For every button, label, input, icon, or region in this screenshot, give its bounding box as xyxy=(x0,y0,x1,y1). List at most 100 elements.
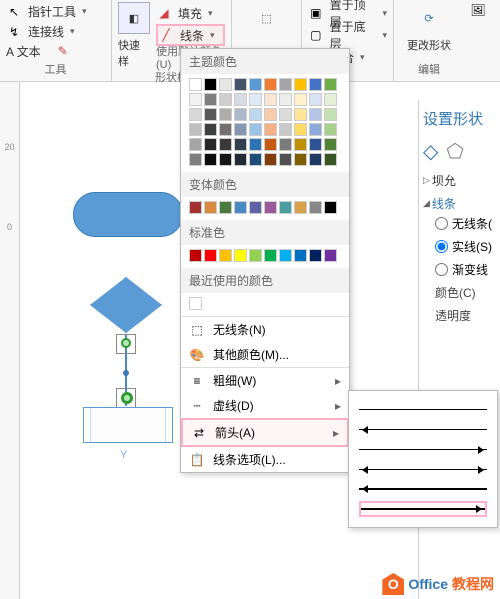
color-swatch[interactable] xyxy=(219,93,232,106)
radio-no-line[interactable]: 无线条( xyxy=(423,212,496,235)
color-swatch[interactable] xyxy=(204,78,217,91)
color-swatch[interactable] xyxy=(264,108,277,121)
color-swatch[interactable] xyxy=(309,93,322,106)
color-swatch[interactable] xyxy=(234,93,247,106)
color-swatch[interactable] xyxy=(294,249,307,262)
color-swatch[interactable] xyxy=(324,201,337,214)
color-swatch[interactable] xyxy=(189,78,202,91)
line-button[interactable]: 线条 xyxy=(180,27,204,44)
color-swatch[interactable] xyxy=(234,108,247,121)
color-swatch[interactable] xyxy=(219,138,232,151)
color-swatch[interactable] xyxy=(219,78,232,91)
color-swatch[interactable] xyxy=(219,201,232,214)
color-swatch[interactable] xyxy=(324,108,337,121)
shape-process[interactable] xyxy=(83,407,173,443)
color-swatch[interactable] xyxy=(279,78,292,91)
color-swatch[interactable] xyxy=(309,123,322,136)
midpoint-handle[interactable] xyxy=(123,370,129,376)
fill-line-tab-icon[interactable]: ◇ xyxy=(423,139,438,164)
color-swatch[interactable] xyxy=(219,249,232,262)
color-swatch[interactable] xyxy=(189,138,202,151)
color-swatch[interactable] xyxy=(309,201,322,214)
color-swatch[interactable] xyxy=(219,108,232,121)
color-swatch[interactable] xyxy=(249,93,262,106)
align-large[interactable]: ⬚ xyxy=(238,2,295,34)
color-swatch[interactable] xyxy=(204,249,217,262)
color-swatch[interactable] xyxy=(264,138,277,151)
color-swatch[interactable] xyxy=(249,78,262,91)
color-swatch[interactable] xyxy=(249,108,262,121)
weight-item[interactable]: ≡粗细(W)▸ xyxy=(181,368,349,393)
arrow-style-none[interactable] xyxy=(359,401,487,417)
color-swatch[interactable] xyxy=(204,93,217,106)
color-swatch[interactable] xyxy=(309,138,322,151)
arrow-style-left[interactable] xyxy=(359,421,487,437)
color-swatch[interactable] xyxy=(249,153,262,166)
color-swatch[interactable] xyxy=(189,93,202,106)
arrows-item[interactable]: ⇄箭头(A)▸ xyxy=(181,418,349,447)
fill-section-toggle[interactable]: ▷坝允 xyxy=(423,172,496,189)
size-tab-icon[interactable]: ⬠ xyxy=(446,139,463,164)
line-section-toggle[interactable]: ◢线条 xyxy=(423,195,496,212)
color-swatch[interactable] xyxy=(309,153,322,166)
color-swatch[interactable] xyxy=(324,153,337,166)
color-swatch[interactable] xyxy=(189,123,202,136)
color-swatch[interactable] xyxy=(204,123,217,136)
color-swatch[interactable] xyxy=(189,201,202,214)
color-swatch[interactable] xyxy=(264,153,277,166)
color-swatch[interactable] xyxy=(294,123,307,136)
arrow-style-right[interactable] xyxy=(359,441,487,457)
color-swatch[interactable] xyxy=(324,138,337,151)
color-swatch[interactable] xyxy=(294,108,307,121)
endpoint-handle-top[interactable] xyxy=(121,338,131,348)
color-swatch[interactable] xyxy=(219,153,232,166)
color-swatch[interactable] xyxy=(279,108,292,121)
color-swatch[interactable] xyxy=(294,78,307,91)
color-swatch[interactable] xyxy=(294,201,307,214)
color-swatch[interactable] xyxy=(204,201,217,214)
color-swatch[interactable] xyxy=(294,153,307,166)
color-swatch[interactable] xyxy=(309,78,322,91)
quick-styles[interactable]: ◧快速样 xyxy=(118,2,150,69)
color-swatch[interactable] xyxy=(204,153,217,166)
color-swatch[interactable] xyxy=(234,249,247,262)
color-swatch[interactable] xyxy=(249,138,262,151)
line-options-item[interactable]: 📋线条选项(L)... xyxy=(181,447,349,472)
color-swatch[interactable] xyxy=(324,93,337,106)
color-swatch[interactable] xyxy=(279,153,292,166)
color-swatch[interactable] xyxy=(309,108,322,121)
dashes-item[interactable]: ┄虚线(D)▸ xyxy=(181,393,349,418)
no-line-item[interactable]: ⬚无线条(N) xyxy=(181,317,349,342)
color-swatch[interactable] xyxy=(249,123,262,136)
pointer-tool[interactable]: 指针工具 xyxy=(28,3,76,20)
line-transparency-prop[interactable]: 透明度 xyxy=(423,304,496,327)
color-swatch[interactable] xyxy=(249,249,262,262)
color-swatch[interactable] xyxy=(249,201,262,214)
color-swatch[interactable] xyxy=(234,138,247,151)
color-swatch[interactable] xyxy=(294,138,307,151)
color-swatch[interactable] xyxy=(324,78,337,91)
radio-solid-line[interactable]: 实线(S) xyxy=(423,235,496,258)
color-swatch[interactable] xyxy=(279,138,292,151)
color-swatch[interactable] xyxy=(189,153,202,166)
color-swatch[interactable] xyxy=(189,108,202,121)
text-tool[interactable]: A 文本 xyxy=(6,43,41,60)
color-swatch[interactable] xyxy=(234,123,247,136)
color-swatch[interactable] xyxy=(279,201,292,214)
arrow-style-left-thick[interactable] xyxy=(359,481,487,497)
color-swatch[interactable] xyxy=(309,249,322,262)
color-swatch[interactable] xyxy=(234,201,247,214)
color-swatch[interactable] xyxy=(324,123,337,136)
color-swatch[interactable] xyxy=(219,123,232,136)
color-swatch[interactable] xyxy=(264,93,277,106)
color-swatch[interactable] xyxy=(324,249,337,262)
color-swatch[interactable] xyxy=(264,201,277,214)
arrow-style-right-thick[interactable] xyxy=(359,501,487,517)
change-shape[interactable]: ⟳更改形状 xyxy=(400,2,458,53)
color-swatch[interactable] xyxy=(279,249,292,262)
color-swatch[interactable] xyxy=(264,123,277,136)
color-swatch[interactable] xyxy=(234,153,247,166)
ink-icon[interactable]: ✎ xyxy=(55,43,71,59)
color-swatch[interactable] xyxy=(294,93,307,106)
color-swatch[interactable] xyxy=(189,249,202,262)
